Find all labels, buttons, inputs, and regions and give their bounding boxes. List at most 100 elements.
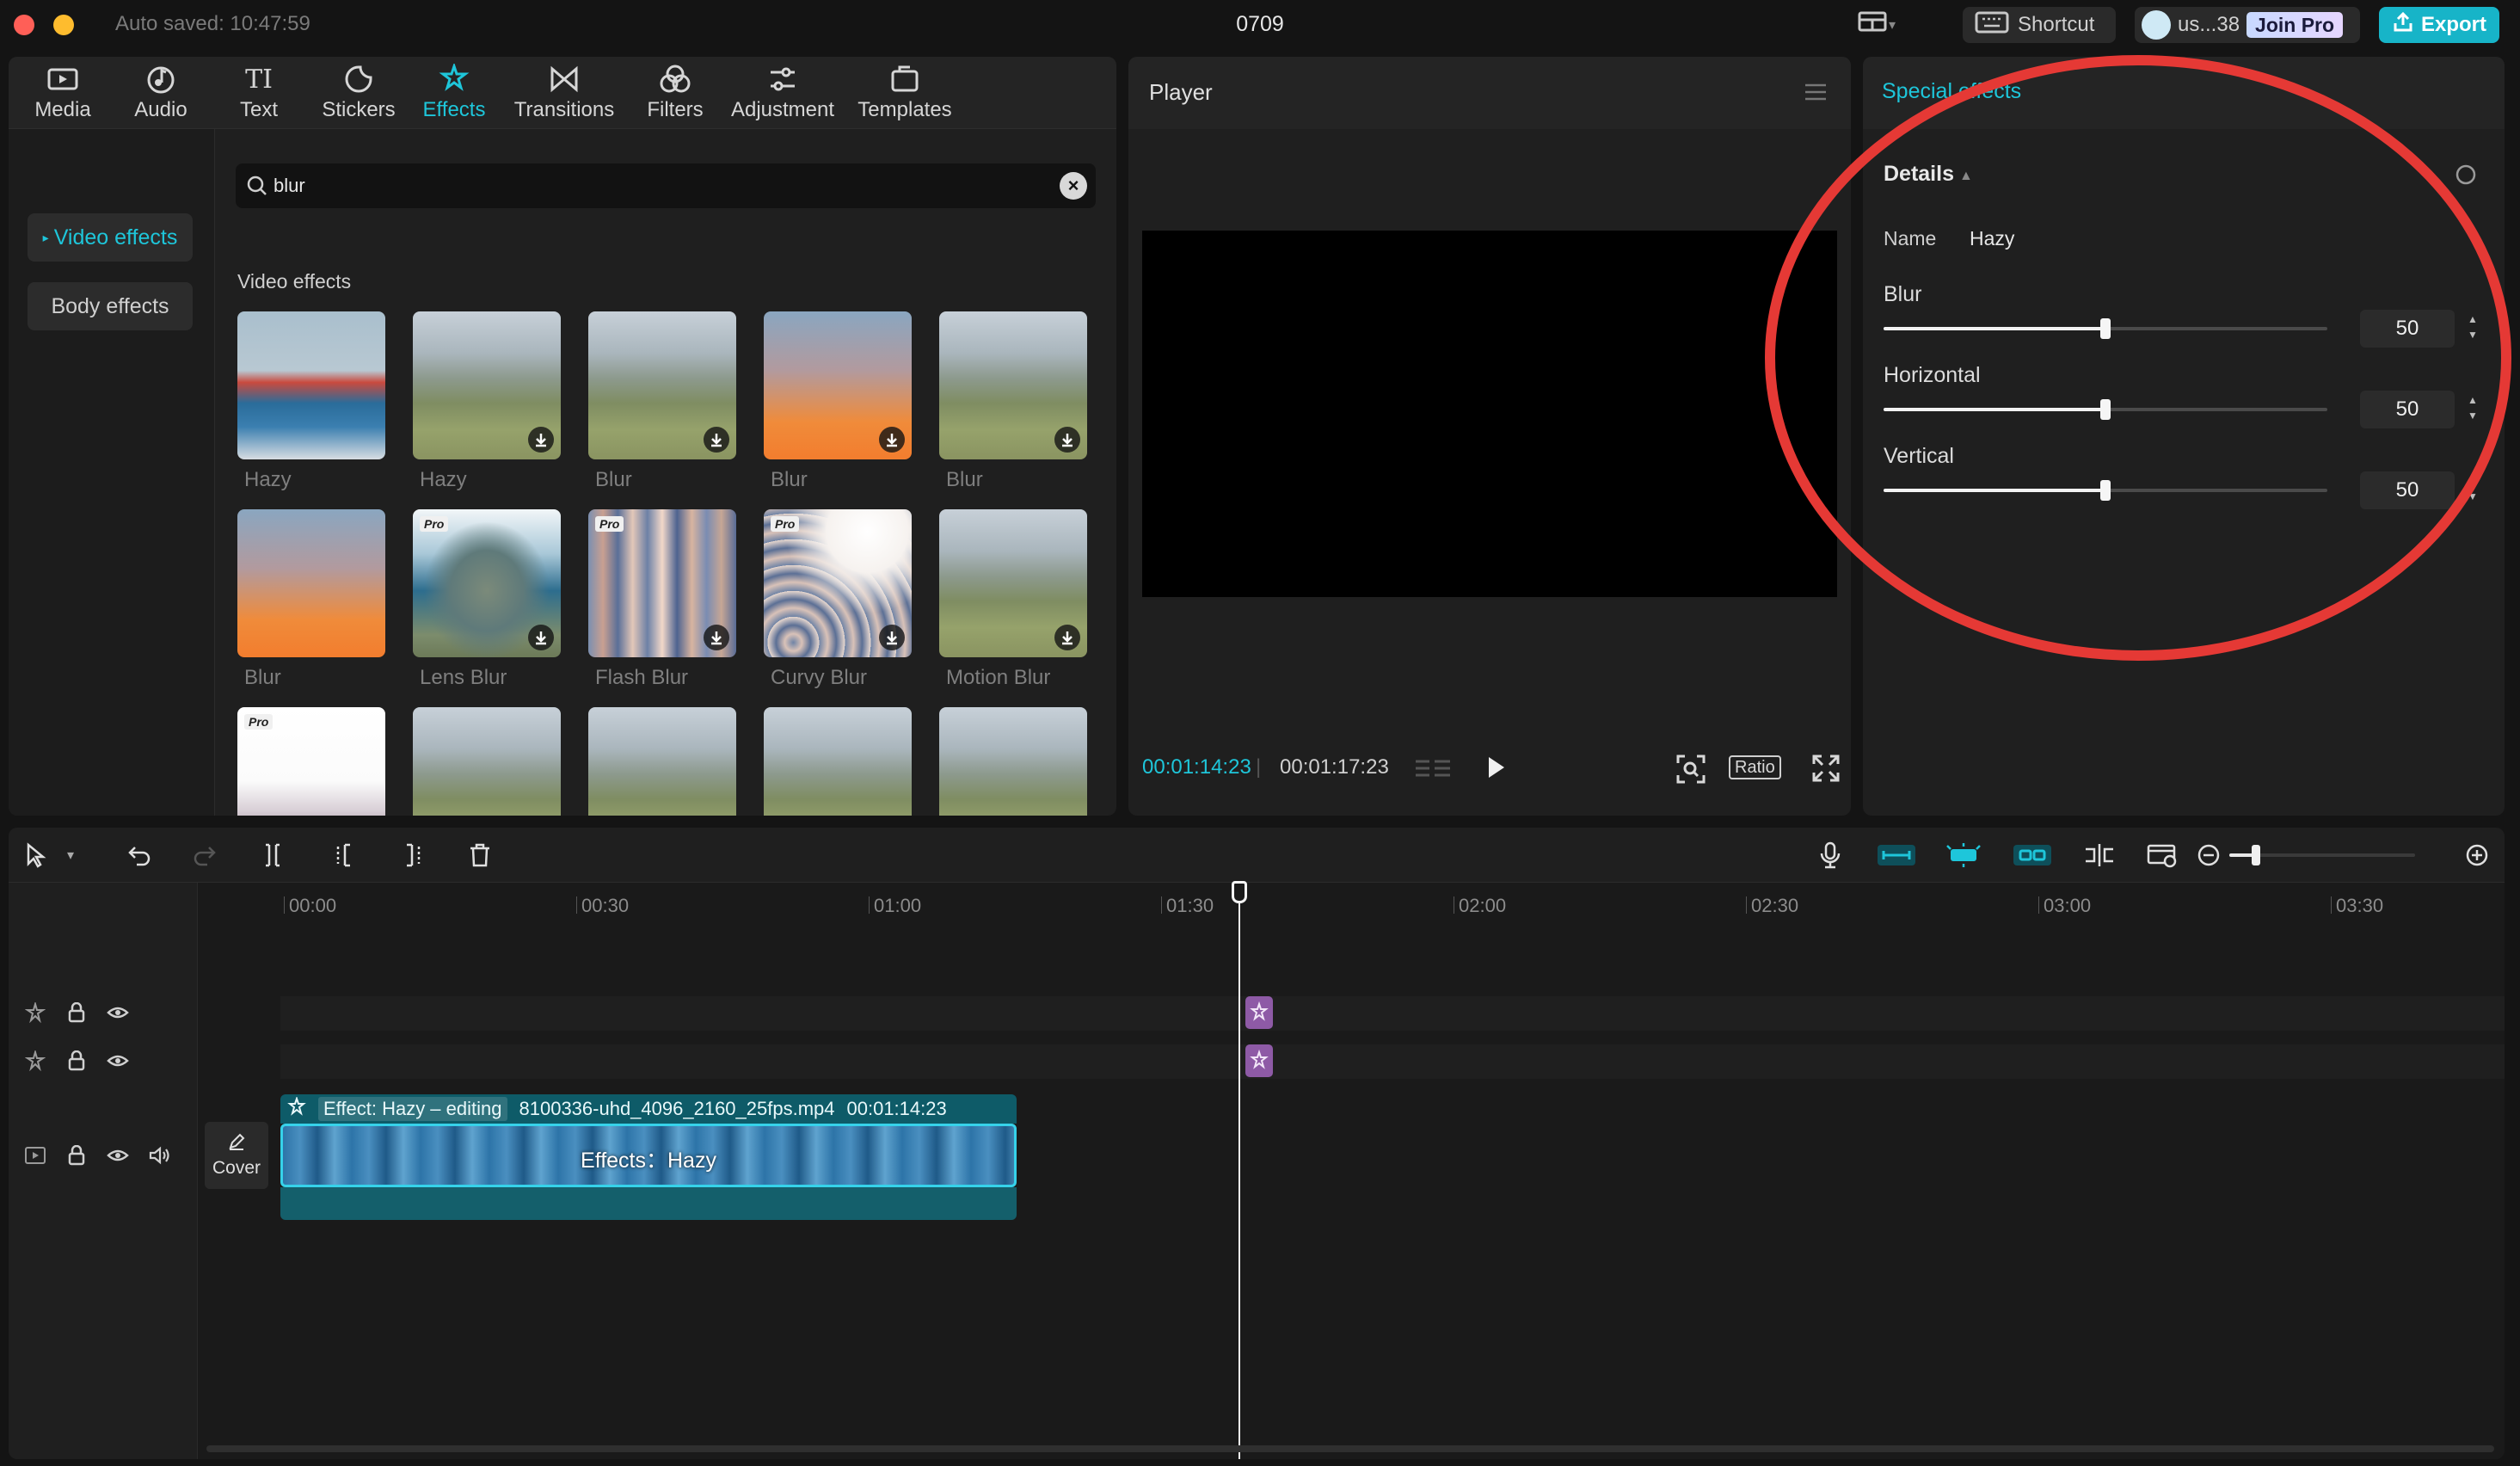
download-icon[interactable]	[704, 625, 729, 650]
horizontal-stepper-icon[interactable]: ▲ ▼	[2465, 392, 2480, 427]
redo-icon[interactable]	[189, 840, 220, 871]
blur-slider-handle[interactable]	[2100, 318, 2111, 339]
lock-icon[interactable]	[65, 1050, 88, 1072]
blur-slider[interactable]	[1884, 318, 2327, 339]
download-icon[interactable]	[528, 427, 554, 453]
clear-search-icon[interactable]: ×	[1060, 172, 1087, 200]
reset-icon[interactable]	[2453, 162, 2479, 192]
trim-left-icon[interactable]	[329, 840, 360, 871]
play-icon[interactable]	[1479, 752, 1510, 783]
zoom-slider[interactable]	[2229, 845, 2415, 865]
join-pro-button[interactable]: Join Pro	[2246, 12, 2344, 38]
effect-clip-marker[interactable]	[1245, 996, 1273, 1029]
ratio-button[interactable]: Ratio	[1729, 755, 1781, 779]
effect-thumb-blur-2[interactable]	[764, 311, 912, 459]
video-clip[interactable]: Effects：Hazy	[280, 1124, 1017, 1187]
details-heading[interactable]: Details	[1884, 162, 1954, 187]
eye-icon[interactable]	[107, 1050, 129, 1072]
vertical-slider[interactable]	[1884, 480, 2327, 501]
undo-icon[interactable]	[124, 840, 155, 871]
effect-thumb-curvy-blur[interactable]: Pro	[764, 509, 912, 657]
main-track-magnet-icon[interactable]	[1877, 840, 1916, 871]
tab-adjustment[interactable]: Adjustment	[722, 57, 843, 129]
timeline-tracks[interactable]: 00:00 00:30 01:00 01:30 02:00 02:30 03:0…	[198, 881, 2505, 1459]
effect-thumb-motion-blur[interactable]	[939, 509, 1087, 657]
search-bar[interactable]: ×	[236, 163, 1096, 208]
effect-track-1[interactable]	[280, 996, 2505, 1031]
zoom-slider-handle[interactable]	[2252, 845, 2260, 865]
speaker-icon[interactable]	[148, 1144, 170, 1167]
vertical-value-input[interactable]: 50	[2360, 471, 2455, 509]
preview-axis-icon[interactable]	[2080, 840, 2119, 871]
blur-value-input[interactable]: 50	[2360, 310, 2455, 348]
effect-thumb-hazy-1[interactable]	[237, 311, 385, 459]
effect-thumb-flash-blur[interactable]: Pro	[588, 509, 736, 657]
effect-thumb-row3-3[interactable]	[588, 707, 736, 816]
vertical-stepper-icon[interactable]: ▲ ▼	[2465, 473, 2480, 508]
horizontal-scrollbar[interactable]	[206, 1445, 2494, 1452]
horizontal-slider[interactable]	[1884, 399, 2327, 420]
user-account-button[interactable]: us...38 Join Pro	[2135, 7, 2360, 43]
eye-icon[interactable]	[107, 1001, 129, 1024]
fit-view-icon[interactable]	[1675, 754, 1706, 789]
layout-button[interactable]: ▾	[1858, 7, 1915, 43]
search-input[interactable]	[274, 172, 1030, 200]
download-icon[interactable]	[528, 625, 554, 650]
tab-templates[interactable]: Templates	[845, 57, 965, 129]
split-icon[interactable]	[260, 840, 291, 871]
auto-snap-icon[interactable]	[1944, 840, 1983, 871]
effect-thumb-row3-4[interactable]	[764, 707, 912, 816]
lock-icon[interactable]	[65, 1001, 88, 1024]
download-icon[interactable]	[1054, 625, 1080, 650]
effect-clip-marker[interactable]	[1245, 1044, 1273, 1077]
effect-thumb-row3-2[interactable]	[413, 707, 561, 816]
vertical-slider-handle[interactable]	[2100, 480, 2111, 501]
select-tool-icon[interactable]	[21, 840, 52, 871]
shortcut-button[interactable]: Shortcut	[1963, 7, 2116, 43]
delete-icon[interactable]	[464, 840, 495, 871]
export-button[interactable]: Export	[2379, 7, 2499, 43]
tab-media[interactable]: Media	[15, 57, 110, 129]
cover-button[interactable]: Cover	[205, 1122, 268, 1189]
category-video-effects[interactable]: ▸ Video effects	[28, 213, 193, 262]
effect-track-2[interactable]	[280, 1044, 2505, 1079]
video-preview[interactable]	[1142, 231, 1837, 597]
effect-thumb-row3-5[interactable]	[939, 707, 1087, 816]
video-clip-header[interactable]: Effect: Hazy – editing 8100336-uhd_4096_…	[280, 1094, 1017, 1124]
effect-thumb-blur-4[interactable]	[237, 509, 385, 657]
effect-thumb-blur-1[interactable]	[588, 311, 736, 459]
category-body-effects[interactable]: Body effects	[28, 282, 193, 330]
fullscreen-icon[interactable]	[1811, 754, 1841, 787]
trim-right-icon[interactable]	[397, 840, 428, 871]
effect-thumb-row3-1[interactable]: Pro	[237, 707, 385, 816]
special-effects-title[interactable]: Special effects	[1882, 79, 2021, 104]
tab-filters[interactable]: Filters	[628, 57, 722, 129]
timeline-view-icon[interactable]	[1414, 757, 1452, 787]
tab-effects[interactable]: Effects	[406, 57, 502, 129]
lock-icon[interactable]	[65, 1144, 88, 1167]
blur-stepper-icon[interactable]: ▲ ▼	[2465, 311, 2480, 346]
effect-thumb-blur-3[interactable]	[939, 311, 1087, 459]
zoom-out-icon[interactable]	[2193, 840, 2224, 871]
tab-audio[interactable]: Audio	[114, 57, 208, 129]
horizontal-slider-handle[interactable]	[2100, 399, 2111, 420]
effect-thumb-hazy-2[interactable]	[413, 311, 561, 459]
download-icon[interactable]	[879, 427, 905, 453]
tab-text[interactable]: TI Text	[212, 57, 306, 129]
download-icon[interactable]	[1054, 427, 1080, 453]
caret-up-icon[interactable]: ▲	[1959, 169, 1973, 184]
menu-icon[interactable]	[1804, 83, 1827, 102]
preview-window-icon[interactable]	[2143, 840, 2183, 871]
eye-icon[interactable]	[107, 1144, 129, 1167]
download-icon[interactable]	[704, 427, 729, 453]
chevron-down-icon[interactable]: ▾	[62, 840, 79, 871]
tab-transitions[interactable]: Transitions	[504, 57, 624, 129]
playhead-handle[interactable]	[1232, 881, 1247, 903]
tab-stickers[interactable]: Stickers	[308, 57, 409, 129]
linkage-icon[interactable]	[2013, 840, 2052, 871]
horizontal-value-input[interactable]: 50	[2360, 391, 2455, 428]
download-icon[interactable]	[879, 625, 905, 650]
zoom-in-icon[interactable]	[2462, 840, 2492, 871]
microphone-icon[interactable]	[1815, 840, 1846, 871]
effect-thumb-lens-blur[interactable]: Pro	[413, 509, 561, 657]
